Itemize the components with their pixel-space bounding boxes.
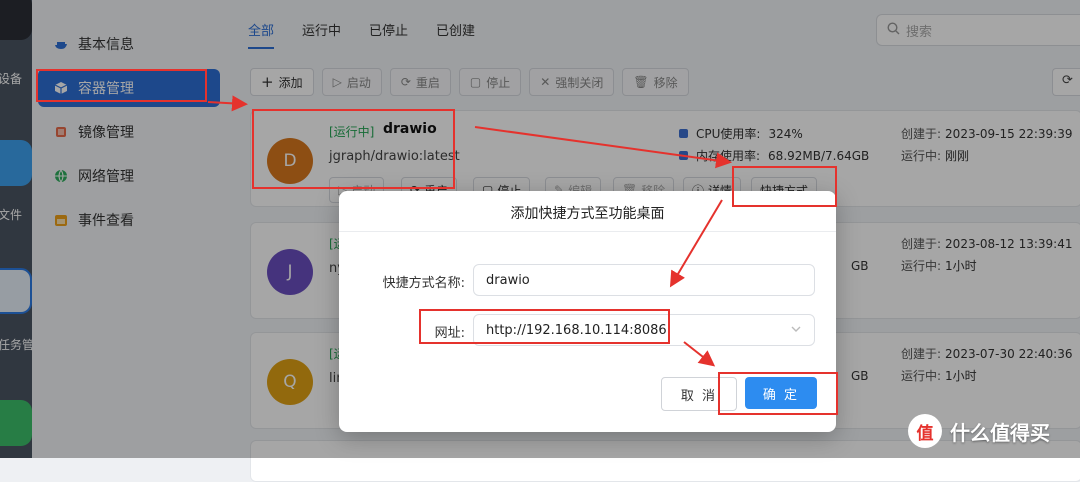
annotation-arrow: [683, 341, 716, 367]
watermark: 值 什么值得买: [908, 414, 1050, 448]
annotation-arrows: [207, 95, 732, 367]
watermark-text: 什么值得买: [950, 420, 1050, 445]
annotation-arrow: [669, 199, 723, 288]
annotation-arrow: [474, 126, 732, 169]
watermark-logo: 值: [908, 414, 942, 448]
annotation-arrow: [207, 95, 248, 112]
